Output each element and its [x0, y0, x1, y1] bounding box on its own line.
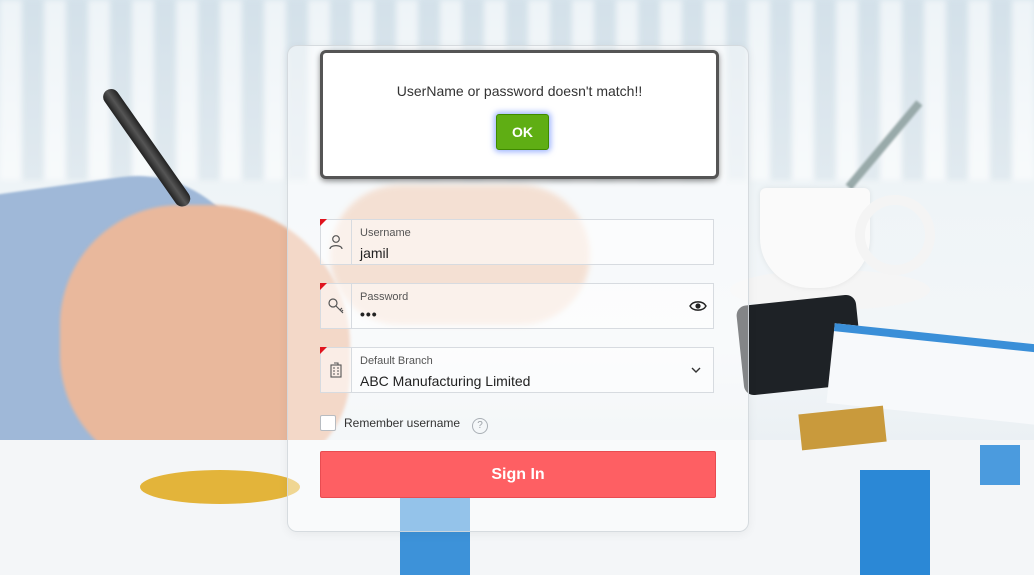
username-field[interactable]: Username jamil — [320, 219, 714, 265]
password-input[interactable]: ••• — [360, 306, 378, 322]
ok-button[interactable]: OK — [496, 114, 549, 150]
password-field[interactable]: Password ••• — [320, 283, 714, 329]
branch-value: ABC Manufacturing Limited — [360, 373, 531, 389]
key-icon — [321, 284, 352, 328]
password-label: Password — [360, 291, 409, 303]
user-icon — [321, 220, 352, 264]
building-icon — [321, 348, 352, 392]
remember-label: Remember username — [344, 416, 461, 430]
eye-icon[interactable] — [689, 297, 707, 315]
remember-username: Remember username ? — [320, 412, 489, 434]
branch-label: Default Branch — [360, 355, 433, 367]
remember-checkbox[interactable] — [320, 415, 336, 431]
chevron-down-icon[interactable] — [689, 363, 703, 377]
sign-in-button[interactable]: Sign In — [320, 451, 716, 498]
alert-message: UserName or password doesn't match!! — [396, 83, 643, 99]
error-alert-dialog: UserName or password doesn't match!! OK — [320, 50, 719, 179]
help-icon[interactable]: ? — [472, 418, 489, 434]
branch-select[interactable]: Default Branch ABC Manufacturing Limited — [320, 347, 714, 393]
username-label: Username — [360, 227, 411, 239]
username-input[interactable]: jamil — [360, 245, 389, 261]
